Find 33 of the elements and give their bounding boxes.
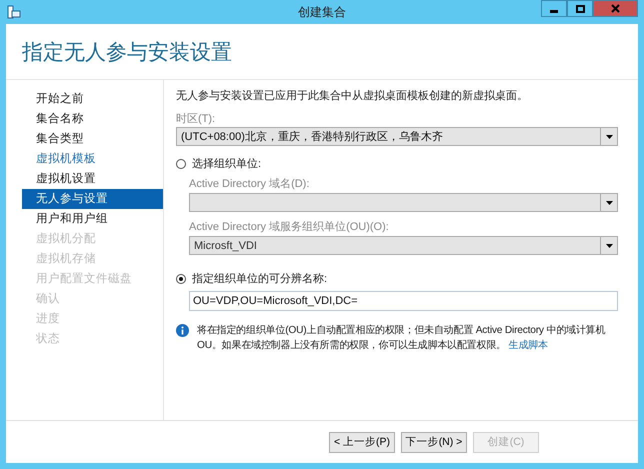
sidebar-item[interactable]: 集合类型 [22, 129, 163, 149]
sidebar-item[interactable]: 虚拟机模板 [22, 149, 163, 169]
wizard-button[interactable]: < 上一步(P) [329, 432, 395, 452]
description-text: 无人参与安装设置已应用于此集合中从虚拟桌面模板创建的新虚拟桌面。 [176, 88, 529, 103]
server-icon [7, 5, 21, 19]
minimize-button[interactable] [541, 0, 567, 17]
field-label: 时区(T): [176, 112, 216, 126]
maximize-icon [576, 4, 584, 12]
dropdown-arrow-icon [606, 134, 612, 138]
close-button[interactable] [593, 0, 638, 17]
window-title: 创建集合 [298, 4, 346, 20]
wizard-button[interactable]: 下一步(N) > [401, 432, 467, 452]
radio-label: 指定组织单位的可分辨名称: [192, 272, 328, 286]
dropdown-arrow-icon [606, 244, 612, 248]
sidebar-item[interactable]: 虚拟机设置 [22, 169, 163, 189]
close-icon [611, 4, 620, 13]
radio-label: 选择组织单位: [192, 157, 262, 171]
timezone-dropdown[interactable]: (UTC+08:00)北京，重庆，香港特别行政区，乌鲁木齐 [176, 127, 618, 146]
sidebar-item[interactable]: 集合名称 [22, 109, 163, 129]
maximize-button[interactable] [567, 0, 593, 17]
radio-button[interactable] [176, 158, 186, 168]
generate-script-link[interactable]: 生成脚本 [508, 340, 548, 351]
dn-input-field[interactable]: OU=VDP,OU=Microsoft_VDI,DC= [189, 291, 618, 311]
field-label: Active Directory 域名(D): [189, 177, 310, 191]
dropdown-arrow-icon [606, 200, 612, 204]
info-text: 将在指定的组织单位(OU)上自动配置相应的权限；但未自动配置 Active Directory 中的域计算机 OU。如果在域控制器上没有所需的权限，你可以生成脚本以配置权限。 生成脚本 [197, 324, 606, 353]
info-icon [176, 324, 189, 337]
field-label: Active Directory 域服务组织单位(OU)(O): [189, 220, 390, 234]
sidebar-item[interactable]: 无人参与设置 [22, 189, 163, 209]
sidebar-item[interactable]: 开始之前 [22, 89, 163, 109]
sidebar-item[interactable]: 用户和用户组 [22, 209, 163, 229]
page-heading: 指定无人参与安装设置 [22, 40, 232, 66]
radio-button[interactable] [176, 274, 186, 284]
